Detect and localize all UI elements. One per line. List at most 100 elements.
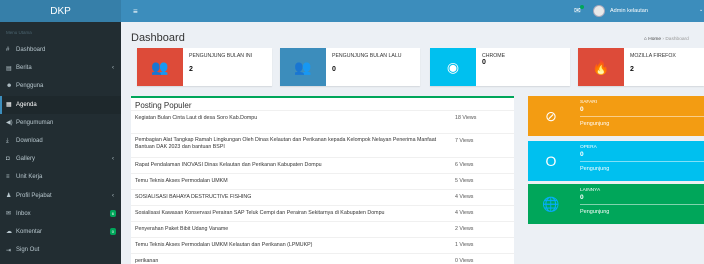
table-row[interactable]: Temu Teknis Akses Permodalan UMKM 5 Views — [131, 173, 514, 189]
sidebar-item-sign-out[interactable]: ⇥ Sign Out — [0, 241, 121, 259]
info-box-label: CHROME — [482, 53, 506, 59]
table-row[interactable]: Rapat Pendalaman INOVASI Dinas Kelautan … — [131, 157, 514, 173]
stat-box-label: LAINNYA — [580, 188, 601, 193]
stat-box: 🌐 LAINNYA 0 Pengunjung — [528, 184, 704, 224]
info-box-number: 0 — [482, 59, 486, 66]
sidebar-item-dashboard[interactable]: # Dashboard — [0, 41, 121, 59]
post-views: 1 Views — [455, 242, 474, 248]
post-title-link[interactable]: Penyerahan Paket Bibit Udang Vaname — [135, 226, 445, 233]
table-row[interactable]: Pembagian Alat Tangkap Ramah Lingkungan … — [131, 133, 514, 157]
sidebar-icon: ♟ — [6, 193, 12, 200]
stat-box-description: Pengunjung — [580, 209, 610, 215]
post-title-link[interactable]: Temu Teknis Akses Permodalan UMKM Kelaut… — [135, 242, 445, 249]
stat-box: ⊘ SAFARI 0 Pengunjung — [528, 96, 704, 136]
globe-icon: 🌐 — [542, 195, 560, 212]
post-title-link[interactable]: Kegiatan Bulan Cinta Laut di desa Soro K… — [135, 115, 445, 122]
brand-logo[interactable]: DKP — [0, 0, 121, 22]
sidebar-item-download[interactable]: ⤓ Download — [0, 132, 121, 150]
post-views: 0 Views — [455, 258, 474, 264]
sidebar-item-label: Pengguna — [16, 83, 44, 90]
chevron-left-icon: ‹ — [112, 192, 114, 199]
breadcrumb: ⌂ Home › Dashboard — [644, 37, 689, 42]
mail-notification[interactable]: ✉ — [574, 5, 584, 15]
stat-box-number: 0 — [580, 194, 584, 201]
table-row[interactable]: perikanan 0 Views — [131, 253, 514, 264]
sidebar-item-label: Sign Out — [16, 247, 40, 254]
table-row[interactable]: Kegiatan Bulan Cinta Laut di desa Soro K… — [131, 110, 514, 133]
sidebar-item-berita[interactable]: ▤ Berita ‹ — [0, 59, 121, 77]
sidebar-item-label: Unit Kerja — [16, 174, 43, 181]
stat-box-label: OPERA — [580, 145, 597, 150]
firefox-icon: 🔥 — [578, 48, 624, 86]
sidebar-item-gallery[interactable]: ◘ Gallery ‹ — [0, 150, 121, 168]
sidebar-item-pengumuman[interactable]: ◀) Pengumuman — [0, 114, 121, 132]
post-title-link[interactable]: perikanan — [135, 258, 445, 264]
menu-toggle-icon[interactable]: ≡ — [133, 7, 138, 16]
breadcrumb-home[interactable]: Home — [648, 37, 661, 42]
top-navbar: ≡ ✉ Admin kelautan ⌄ — [121, 0, 704, 22]
info-box-label: PENGUNJUNG BULAN LALU — [332, 53, 402, 59]
table-row[interactable]: Sosialisasi Kawasan Konservasi Perairan … — [131, 205, 514, 221]
user-name[interactable]: Admin kelautan — [610, 8, 648, 14]
chrome-icon: ◉ — [430, 48, 476, 86]
sidebar-icon: ⇥ — [6, 247, 12, 254]
posting-populer-panel: Posting Populer Kegiatan Bulan Cinta Lau… — [131, 96, 514, 264]
home-icon: ⌂ — [644, 37, 647, 42]
stat-box-label: SAFARI — [580, 100, 598, 105]
stat-box-description: Pengunjung — [580, 166, 610, 172]
post-title-link[interactable]: Rapat Pendalaman INOVASI Dinas Kelautan … — [135, 162, 445, 169]
post-views: 18 Views — [455, 115, 477, 121]
sidebar-item-label: Profil Pejabat — [16, 192, 52, 199]
post-views: 6 Views — [455, 162, 474, 168]
post-views: 4 Views — [455, 194, 474, 200]
sidebar-item-label: Berita — [16, 65, 32, 72]
count-badge: 0 — [109, 228, 116, 236]
table-row[interactable]: Penyerahan Paket Bibit Udang Vaname 2 Vie… — [131, 221, 514, 237]
table-row[interactable]: SOSIALISASI BAHAYA DESTRUCTIVE FISHING 4 … — [131, 189, 514, 205]
progress-bar — [580, 204, 704, 205]
sidebar-item-label: Inbox — [16, 210, 31, 217]
sidebar-icon: ▦ — [6, 102, 12, 109]
sidebar-item-profil-pejabat[interactable]: ♟ Profil Pejabat ‹ — [0, 187, 121, 205]
info-box: 👥 PENGUNJUNG BULAN INI 2 — [137, 48, 272, 86]
stat-box-number: 0 — [580, 151, 584, 158]
opera-icon: O — [545, 153, 557, 169]
sidebar-item-unit-kerja[interactable]: ≡ Unit Kerja — [0, 168, 121, 186]
users-icon: 👥 — [137, 48, 183, 86]
safari-icon: ⊘ — [545, 107, 557, 124]
sidebar-item-label: Gallery — [16, 156, 36, 163]
breadcrumb-separator: › — [662, 37, 664, 42]
post-title-link[interactable]: SOSIALISASI BAHAYA DESTRUCTIVE FISHING — [135, 194, 445, 201]
sidebar-icon: ✉ — [6, 211, 12, 218]
chevron-left-icon: ‹ — [112, 156, 114, 163]
info-box-number: 2 — [189, 66, 193, 73]
posting-populer-title: Posting Populer — [135, 101, 192, 110]
progress-bar — [580, 116, 704, 117]
sidebar-item-agenda[interactable]: ▦ Agenda — [0, 95, 121, 114]
sidebar-icon: ⤓ — [6, 137, 9, 144]
sidebar-item-label: Dashboard — [16, 47, 46, 54]
sidebar-icon: ☻ — [6, 83, 13, 90]
sidebar-icon: ◀) — [6, 120, 13, 127]
sidebar-item-label: Agenda — [16, 101, 37, 108]
avatar[interactable] — [593, 5, 605, 17]
menu-title: Menu Utama — [6, 30, 32, 35]
chevron-down-icon[interactable]: ⌄ — [699, 7, 703, 13]
sidebar-item-label: Download — [16, 138, 43, 145]
sidebar-icon: ☁ — [6, 229, 12, 236]
info-box: 👥 PENGUNJUNG BULAN LALU 0 — [280, 48, 420, 86]
users-icon: 👥 — [280, 48, 326, 86]
info-box-label: PENGUNJUNG BULAN INI — [189, 53, 253, 59]
post-title-link[interactable]: Pembagian Alat Tangkap Ramah Lingkungan … — [135, 137, 445, 151]
sidebar-item-inbox[interactable]: ✉ Inbox 6 — [0, 205, 121, 223]
table-row[interactable]: Temu Teknis Akses Permodalan UMKM Kelaut… — [131, 237, 514, 253]
count-badge: 6 — [109, 210, 116, 218]
info-box-label: MOZILLA FIREFOX — [630, 53, 676, 59]
post-title-link[interactable]: Sosialisasi Kawasan Konservasi Perairan … — [135, 210, 445, 217]
info-box: ◉ CHROME 0 — [430, 48, 570, 86]
post-views: 5 Views — [455, 178, 474, 184]
sidebar-item-komentar[interactable]: ☁ Komentar 0 — [0, 223, 121, 241]
notification-dot — [580, 5, 584, 9]
sidebar-item-pengguna[interactable]: ☻ Pengguna — [0, 77, 121, 95]
post-title-link[interactable]: Temu Teknis Akses Permodalan UMKM — [135, 178, 445, 185]
